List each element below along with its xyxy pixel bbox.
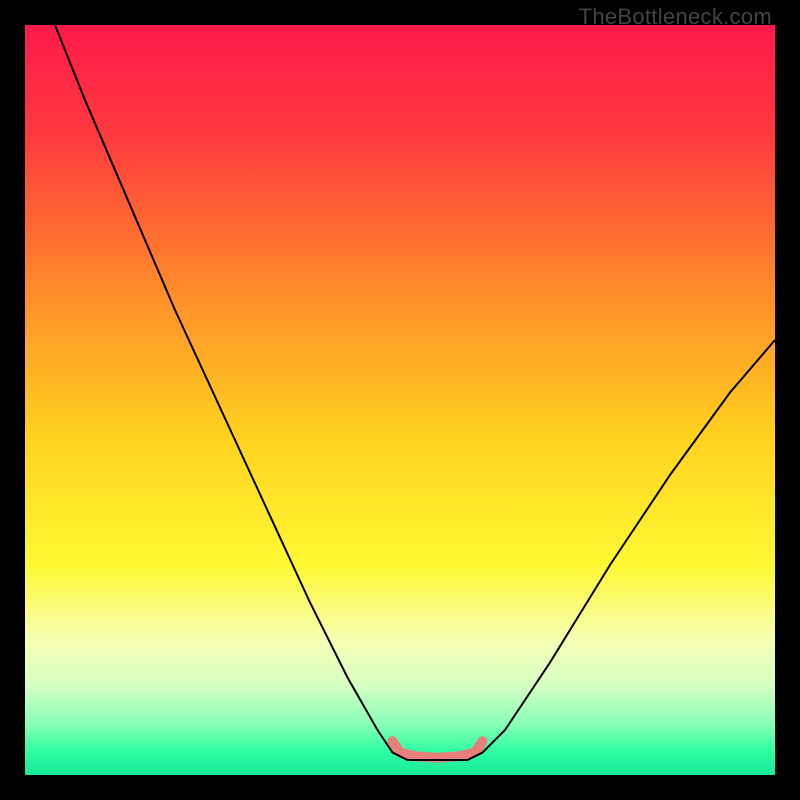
watermark-text: TheBottleneck.com: [579, 4, 772, 30]
chart-frame: TheBottleneck.com: [0, 0, 800, 800]
bottleneck-curve-path: [55, 25, 775, 760]
curve-layer: [25, 25, 775, 775]
plot-area: [25, 25, 775, 775]
optimal-band-path: [393, 741, 483, 758]
